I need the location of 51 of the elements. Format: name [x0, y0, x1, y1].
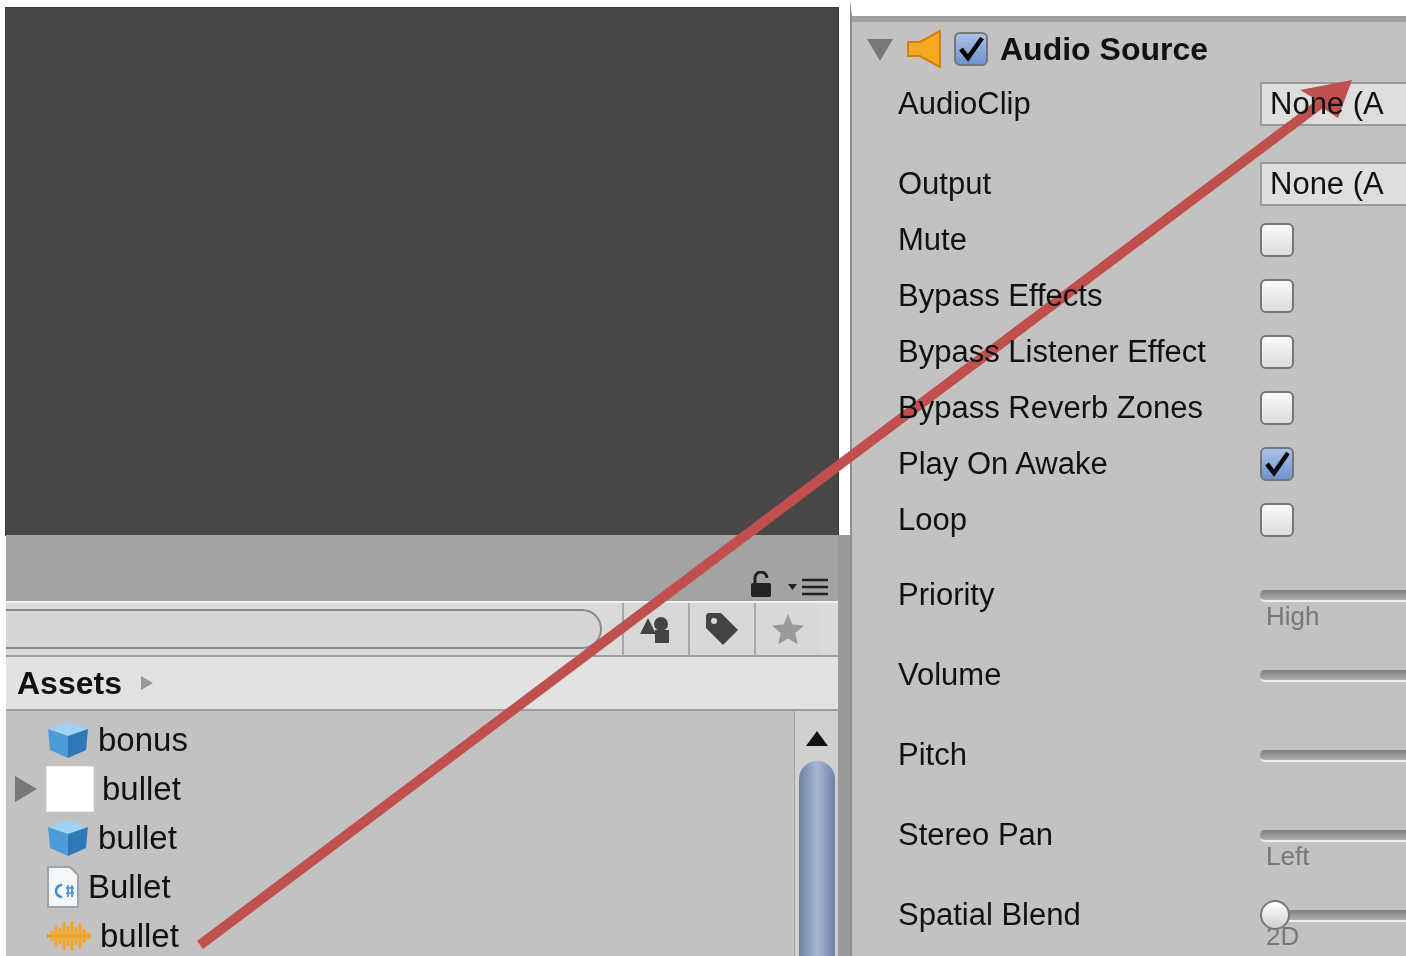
checkbox[interactable]: [1260, 223, 1294, 257]
audio-wave-icon: [46, 918, 92, 953]
property-label: Play On Awake: [898, 446, 1109, 482]
cube-icon: [46, 719, 90, 760]
asset-name: bullet: [100, 916, 179, 955]
asset-name: Bullet: [88, 867, 171, 906]
asset-name: bonus: [98, 720, 188, 759]
breadcrumb[interactable]: Assets: [17, 664, 122, 702]
slider-range-label: High: [1266, 604, 1321, 628]
scroll-thumb[interactable]: [798, 761, 835, 956]
asset-name: bullet: [102, 769, 181, 808]
asset-item[interactable]: bonus: [6, 715, 794, 764]
expand-arrow-icon[interactable]: [14, 774, 38, 803]
tag-icon: [704, 611, 740, 647]
property-label: Pitch: [898, 736, 968, 773]
property-label: AudioClip: [898, 86, 1032, 122]
lock-icon[interactable]: [750, 571, 772, 597]
property-label: Priority: [898, 576, 996, 613]
scroll-up-icon[interactable]: [804, 729, 829, 747]
enabled-checkbox[interactable]: [954, 32, 988, 66]
component-title: Audio Source: [1000, 30, 1208, 68]
scrollbar[interactable]: [794, 711, 838, 956]
menu-icon[interactable]: [786, 577, 830, 597]
star-icon: [771, 613, 805, 645]
checkbox[interactable]: [1260, 335, 1294, 369]
slider-range-label: Left: [1266, 844, 1311, 868]
cube-icon: [46, 817, 90, 858]
checkbox[interactable]: [1260, 279, 1294, 313]
checkbox[interactable]: [1260, 447, 1294, 481]
checkmark-icon: [1263, 450, 1291, 478]
speaker-icon: [906, 29, 942, 69]
asset-item[interactable]: bullet: [6, 764, 794, 813]
property-label: Spatial Blend: [898, 896, 1082, 933]
property-label: Mute: [898, 222, 968, 258]
script-file-icon: [46, 864, 80, 909]
foldout-arrow-icon[interactable]: [866, 36, 894, 62]
asset-item[interactable]: bullet: [6, 813, 794, 862]
checkbox[interactable]: [1260, 503, 1294, 537]
asset-name: bullet: [98, 818, 177, 857]
property-label: Loop: [898, 502, 968, 538]
property-label: Stereo Pan: [898, 816, 1055, 853]
checkmark-icon: [957, 35, 985, 63]
checkbox[interactable]: [1260, 391, 1294, 425]
asset-item[interactable]: bullet: [6, 911, 794, 956]
property-label: Output: [898, 166, 993, 202]
search-field[interactable]: [6, 609, 602, 649]
object-field[interactable]: None (A: [1260, 162, 1406, 206]
breadcrumb-arrow-icon: [139, 675, 154, 691]
texture-icon: [46, 765, 94, 812]
asset-item[interactable]: Bullet: [6, 862, 794, 911]
property-label: Volume: [898, 656, 1003, 693]
